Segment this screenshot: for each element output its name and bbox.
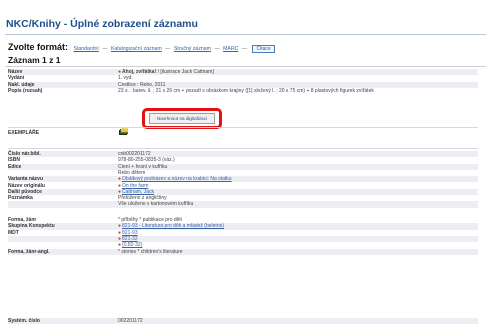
variant-title-link[interactable]: Obálkový podnázev a název na krabici: Na… (122, 176, 232, 182)
field-value: 002201172 (118, 318, 143, 324)
field-value: 23 s. : barev. il. ; 21 x 26 cm + pozadí… (118, 87, 374, 94)
title-responsibility: / [ilustrace Jack Cattnam] (156, 69, 214, 75)
field-label: Systém. číslo (8, 318, 40, 324)
format-marc-link[interactable]: MARC (223, 46, 238, 52)
page: NKC/Knihy - Úplné zobrazení záznamu Zvol… (0, 0, 490, 327)
format-selector: Zvolte formát: Standardní — Katalogizačn… (8, 42, 275, 53)
format-standard-link[interactable]: Standardní (73, 46, 98, 52)
udc-link[interactable]: 821-32 (122, 236, 138, 242)
bullet-icon: ● (118, 223, 122, 230)
browser-frame: NKC/Knihy - Úplné zobrazení záznamu Zvol… (0, 0, 490, 327)
bullet-icon: ● (118, 188, 122, 195)
record-count: Záznam 1 z 1 (8, 55, 61, 65)
field-value: Vše uloženo v kartonovém kufříku (118, 201, 194, 208)
bullet-icon: ● (118, 176, 122, 183)
digitize-highlight: Navrhnout na digitalizaci (142, 108, 222, 129)
format-separator: — (165, 46, 171, 52)
field-row-genre-en: Forma, žánr-angl. * stories * children's… (8, 248, 478, 255)
book-icon[interactable] (118, 128, 129, 136)
section-divider (8, 127, 478, 128)
bullet-icon: ● (118, 182, 122, 189)
udc-link[interactable]: (0.82-32) (122, 242, 142, 248)
udc-link[interactable]: 821-93 (122, 230, 138, 236)
bullet-icon: ● (118, 229, 122, 236)
format-brief-link[interactable]: Stručný záznam (174, 46, 211, 52)
field-label: Popis (rozsah) (8, 87, 43, 94)
digitize-button[interactable]: Navrhnout na digitalizaci (149, 113, 215, 124)
field-label: Forma, žánr-angl. (8, 248, 50, 255)
field-value: * stories * children's literature (118, 248, 183, 255)
section-divider (8, 148, 478, 149)
field-row-extent: Popis (rozsah) 23 s. : barev. il. ; 21 x… (8, 88, 478, 94)
author-link[interactable]: Cattnam, Jack (122, 189, 154, 195)
copies-label: EXEMPLÁŘE (8, 130, 40, 136)
format-separator: — (102, 46, 108, 52)
format-label: Zvolte formát: (8, 42, 69, 52)
cite-button[interactable]: Citace (252, 45, 275, 53)
title-divider (5, 34, 486, 35)
field-row-note-2: Vše uloženo v kartonovém kufříku (8, 201, 478, 208)
bullet-icon: ● (118, 235, 122, 242)
bullet-icon: ● (118, 69, 122, 75)
format-catalog-link[interactable]: Katalogizační záznam (111, 46, 162, 52)
format-separator: — (241, 46, 248, 52)
original-title-link[interactable]: On the farm (122, 183, 148, 189)
field-row-sysno: Systém. číslo 002201172 (8, 318, 478, 325)
page-title: NKC/Knihy - Úplné zobrazení záznamu (6, 18, 198, 30)
title-value[interactable]: Ahoj, zvířátka! (122, 69, 156, 75)
bullet-icon: ● (118, 242, 122, 249)
record-divider (5, 66, 486, 67)
conspectus-link[interactable]: 821-93 - Literatura pro děti a mládež (b… (122, 223, 224, 229)
format-separator: — (214, 46, 220, 52)
